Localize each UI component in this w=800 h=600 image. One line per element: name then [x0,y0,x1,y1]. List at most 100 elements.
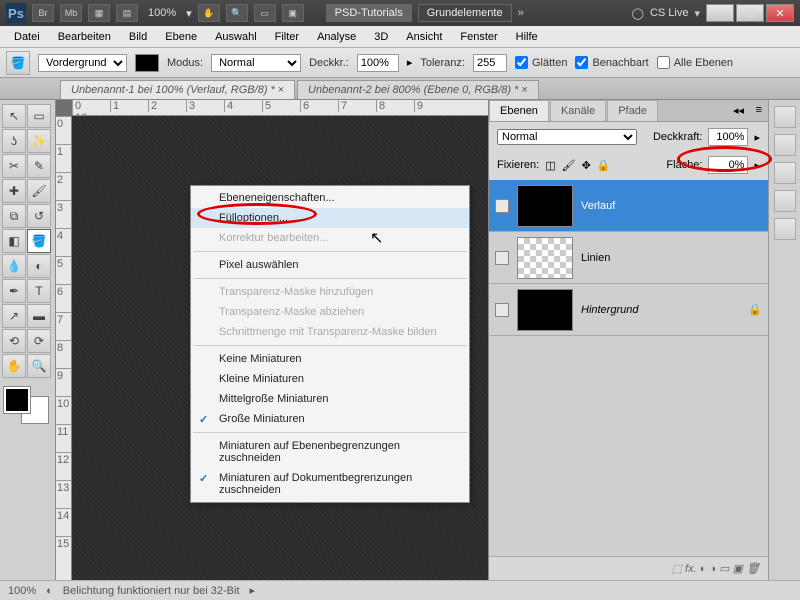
ruler-vertical[interactable]: 0123456789101112131415 [56,116,72,580]
workspace-psd-tutorials[interactable]: PSD-Tutorials [326,4,412,22]
dropdown-icon[interactable]: ▾ [186,7,192,20]
cm-no-thumbs[interactable]: Keine Miniaturen [191,349,469,369]
dropdown-icon[interactable]: ▸ [754,131,760,144]
view-extras-button[interactable]: ▦ [88,4,110,22]
menu-3d[interactable]: 3D [366,28,396,46]
view-guides-button[interactable]: ▤ [116,4,138,22]
shape-tool[interactable]: ▬ [27,304,51,328]
visibility-toggle[interactable] [495,199,509,213]
visibility-toggle[interactable] [495,251,509,265]
tab-kanale[interactable]: Kanäle [550,100,606,121]
visibility-toggle[interactable] [495,303,509,317]
menu-filter[interactable]: Filter [267,28,307,46]
collapsed-panel-2[interactable] [774,134,796,156]
tab-pfade[interactable]: Pfade [607,100,658,121]
layer-thumbnail[interactable] [517,237,573,279]
close-icon[interactable]: × [278,84,284,96]
cm-clip-doc-bounds[interactable]: ✓Miniaturen auf Dokumentbegrenzungen zus… [191,468,469,500]
menu-ansicht[interactable]: Ansicht [398,28,450,46]
hand-tool[interactable]: ✋ [2,354,26,378]
panel-menu-icon[interactable]: ≡ [756,104,762,116]
menu-datei[interactable]: Datei [6,28,48,46]
close-icon[interactable]: × [521,84,527,96]
menu-analyse[interactable]: Analyse [309,28,364,46]
pattern-swatch[interactable] [135,54,159,72]
ps-logo[interactable]: Ps [6,3,26,23]
dropdown-icon[interactable]: ▸ [754,159,760,172]
tolerance-input[interactable] [473,54,507,72]
cm-large-thumbs[interactable]: ✓Große Miniaturen [191,409,469,429]
zoom-level[interactable]: 100% [148,7,176,19]
tab-ebenen[interactable]: Ebenen [489,100,549,121]
layer-thumbnail[interactable] [517,185,573,227]
history-brush-tool[interactable]: ↺ [27,204,51,228]
layer-footer-icons[interactable]: ⬚ fx. ◐ ◑ ▭ ▣ 🗑 [672,562,760,575]
antialias-checkbox[interactable]: Glätten [515,56,567,69]
dodge-tool[interactable]: ◐ [27,254,51,278]
doc-tab-2[interactable]: Unbenannt-2 bei 800% (Ebene 0, RGB/8) * … [297,80,539,99]
3d-camera-tool[interactable]: ⟳ [27,329,51,353]
all-layers-checkbox[interactable]: Alle Ebenen [657,56,733,69]
arrange-button[interactable]: ▭ [254,4,276,22]
menu-fenster[interactable]: Fenster [452,28,505,46]
menu-bearbeiten[interactable]: Bearbeiten [50,28,119,46]
layer-name[interactable]: Verlauf [581,200,615,212]
bucket-tool[interactable]: 🪣 [27,229,51,253]
menu-ebene[interactable]: Ebene [157,28,205,46]
lock-all-icon[interactable]: 🔒 [597,159,611,172]
layer-linien[interactable]: Linien [489,232,768,284]
fill-source-select[interactable]: Vordergrund [38,54,127,72]
collapsed-panel-1[interactable] [774,106,796,128]
3d-tool[interactable]: ⟲ [2,329,26,353]
menu-hilfe[interactable]: Hilfe [508,28,546,46]
cm-blending-options[interactable]: Fülloptionen... [191,208,469,228]
wand-tool[interactable]: ✨ [27,129,51,153]
minibridge-button[interactable]: Mb [60,4,82,22]
cm-small-thumbs[interactable]: Kleine Miniaturen [191,369,469,389]
zoom-tool-button[interactable]: 🔍 [226,4,248,22]
marquee-tool[interactable]: ▭ [27,104,51,128]
layer-hintergrund[interactable]: Hintergrund 🔒 [489,284,768,336]
fill-input[interactable] [708,156,748,174]
screen-mode-button[interactable]: ▣ [282,4,304,22]
eyedropper-tool[interactable]: ✎ [27,154,51,178]
layer-name[interactable]: Hintergrund [581,304,638,316]
cm-layer-properties[interactable]: Ebeneneigenschaften... [191,188,469,208]
ruler-horizontal[interactable]: 012345678910 [72,100,488,116]
brush-tool[interactable]: 🖌 [27,179,51,203]
layer-opacity-input[interactable] [708,128,748,146]
crop-tool[interactable]: ✂ [2,154,26,178]
lock-position-icon[interactable]: ✥ [582,159,591,172]
fg-color[interactable] [4,387,30,413]
healing-tool[interactable]: ✚ [2,179,26,203]
cslive-button[interactable]: CS Live [650,7,689,19]
type-tool[interactable]: T [27,279,51,303]
collapsed-panel-5[interactable] [774,218,796,240]
cm-clip-layer-bounds[interactable]: Miniaturen auf Ebenenbegrenzungen zuschn… [191,436,469,468]
maximize-button[interactable]: ☐ [736,4,764,22]
workspace-more-icon[interactable]: » [518,7,524,19]
bridge-button[interactable]: Br [32,4,54,22]
stamp-tool[interactable]: ⧉ [2,204,26,228]
current-tool-icon[interactable]: 🪣 [6,51,30,75]
menu-bild[interactable]: Bild [121,28,155,46]
collapsed-panel-3[interactable] [774,162,796,184]
layer-blend-select[interactable]: Normal [497,129,637,145]
dropdown-icon[interactable]: ▾ [694,7,700,20]
lasso-tool[interactable]: ʖ [2,129,26,153]
layer-name[interactable]: Linien [581,252,610,264]
close-button[interactable]: ✕ [766,4,794,22]
blur-tool[interactable]: 💧 [2,254,26,278]
doc-tab-1[interactable]: Unbenannt-1 bei 100% (Verlauf, RGB/8) * … [60,80,295,99]
move-tool[interactable]: ↖ [2,104,26,128]
layer-verlauf[interactable]: Verlauf [489,180,768,232]
status-zoom[interactable]: 100% [8,585,36,597]
eraser-tool[interactable]: ◧ [2,229,26,253]
dropdown-icon[interactable]: ▸ [407,56,413,69]
minimize-button[interactable]: ─ [706,4,734,22]
collapsed-panel-4[interactable] [774,190,796,212]
path-select-tool[interactable]: ↗ [2,304,26,328]
collapse-icon[interactable]: ◂◂ [733,104,744,117]
lock-transparency-icon[interactable]: ◫ [545,159,555,172]
hand-tool-button[interactable]: ✋ [198,4,220,22]
